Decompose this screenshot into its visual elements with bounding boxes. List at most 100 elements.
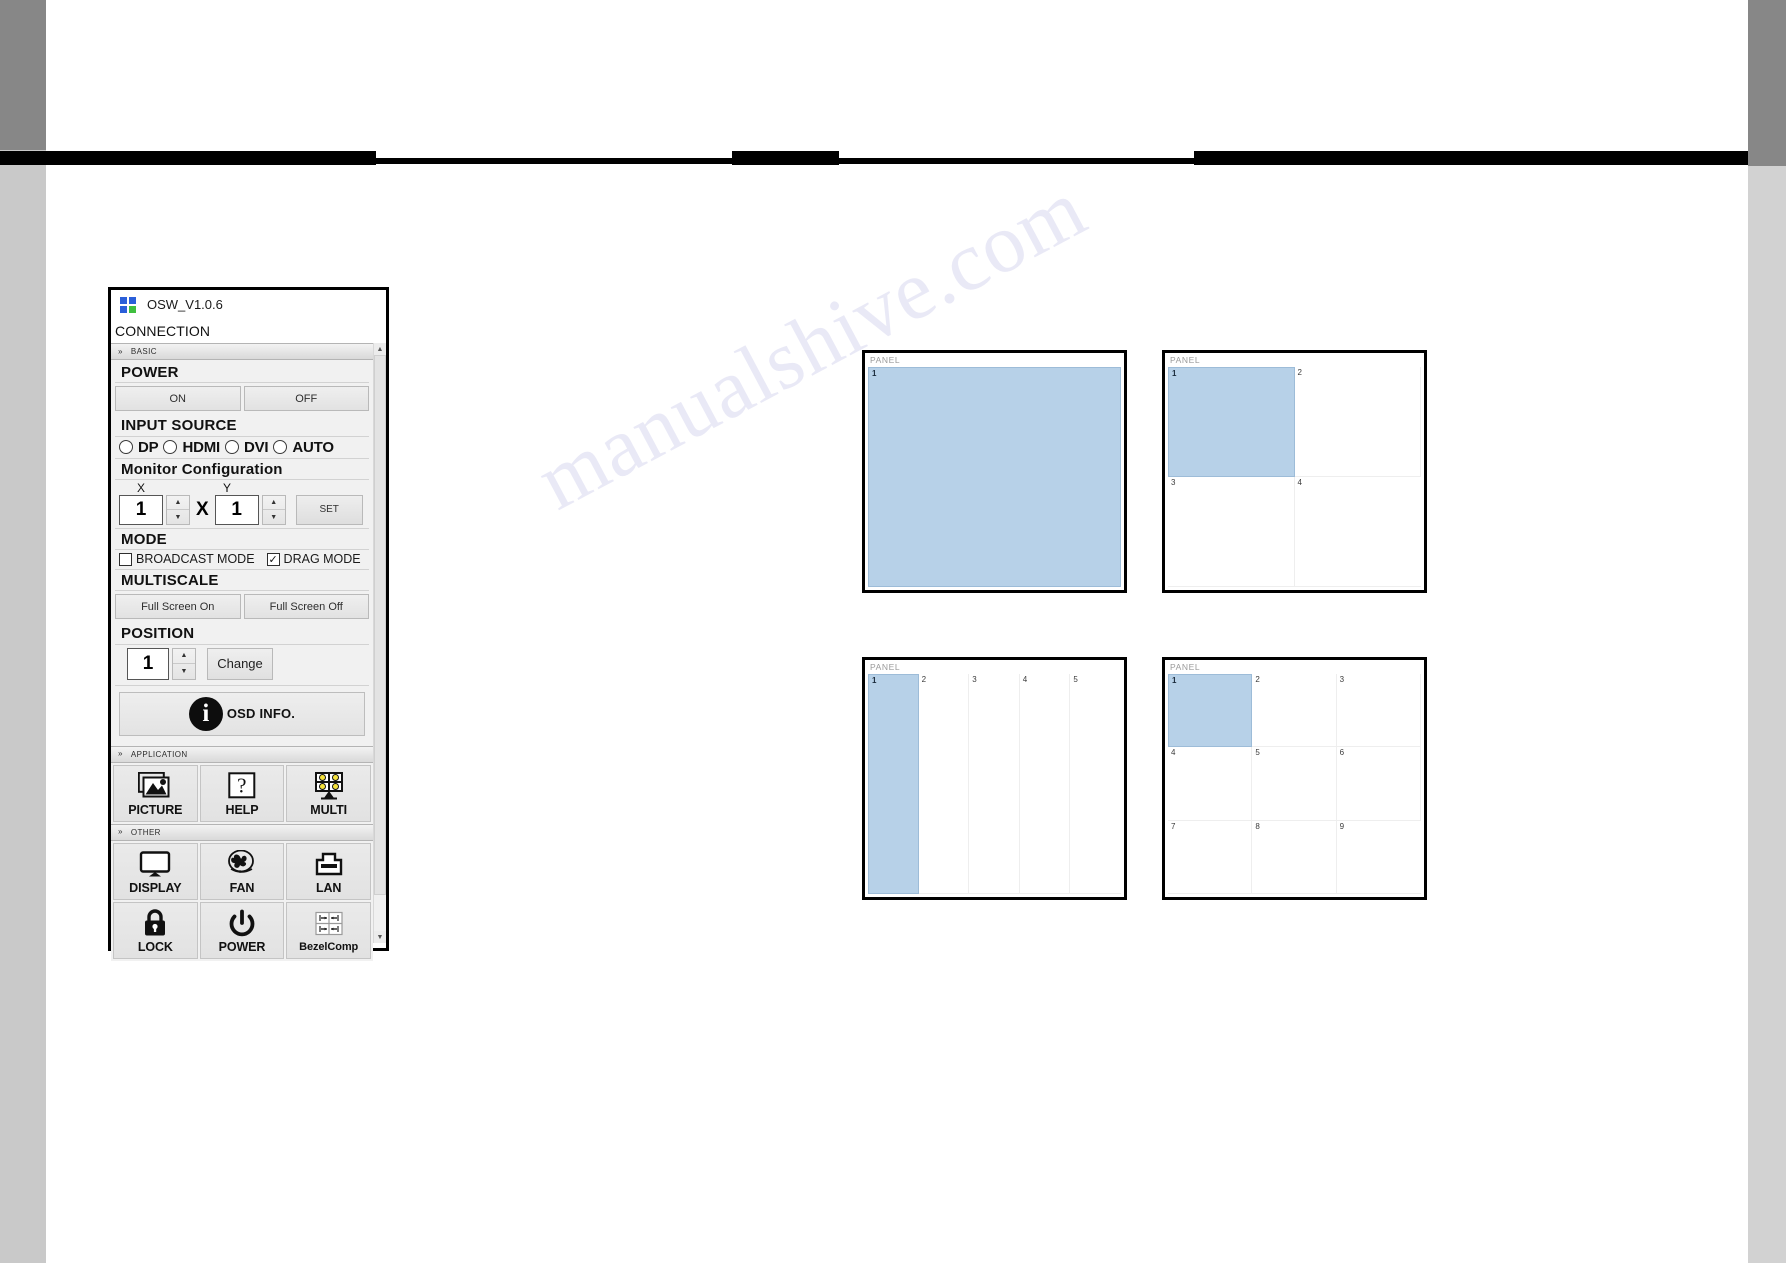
- panel-cell[interactable]: 9: [1336, 821, 1421, 894]
- panel-diagram-1x1[interactable]: PANEL 1: [862, 350, 1127, 593]
- help-button[interactable]: ? HELP: [199, 764, 285, 822]
- display-button[interactable]: DISPLAY: [113, 842, 198, 900]
- position-input[interactable]: 1: [127, 647, 169, 680]
- lock-button[interactable]: LOCK: [113, 901, 198, 959]
- panel-cell-number: 2: [1255, 675, 1260, 684]
- connection-menu-item[interactable]: CONNECTION: [111, 319, 386, 343]
- help-button-label: HELP: [225, 803, 259, 817]
- panel-cell[interactable]: 1: [1168, 367, 1295, 477]
- x-stepper-up-icon[interactable]: ▲: [167, 496, 189, 511]
- position-stepper[interactable]: ▲ ▼: [172, 647, 196, 680]
- multi-screen-icon: [313, 769, 345, 802]
- panel-diagram-5x1[interactable]: PANEL 1 2 3 4 5: [862, 657, 1127, 900]
- panel-cell-number: 3: [1339, 675, 1345, 684]
- panel-cell-number: 1: [872, 369, 877, 378]
- picture-button[interactable]: PICTURE: [113, 764, 198, 822]
- page-edge-right-dark: [1748, 0, 1786, 166]
- monitor-y-stepper[interactable]: ▲ ▼: [261, 494, 286, 525]
- full-screen-off-button[interactable]: Full Screen Off: [243, 594, 369, 620]
- radio-dvi-label[interactable]: DVI: [244, 439, 269, 456]
- panel-cell[interactable]: 4: [1168, 747, 1253, 821]
- panel-cell-number: 4: [1297, 478, 1302, 487]
- page-edge-left-grey: [0, 150, 46, 1263]
- position-stepper-down-icon[interactable]: ▼: [173, 664, 195, 679]
- multiscale-section-title: MULTISCALE: [115, 570, 369, 592]
- monitor-icon: [139, 847, 171, 880]
- full-screen-on-button[interactable]: Full Screen On: [115, 594, 241, 620]
- set-button[interactable]: SET: [295, 494, 363, 525]
- x-stepper-down-icon[interactable]: ▼: [167, 510, 189, 524]
- panel-cell[interactable]: 1: [868, 367, 1121, 587]
- radio-hdmi-label[interactable]: HDMI: [182, 439, 220, 456]
- group-header-other[interactable]: » OTHER: [111, 823, 373, 841]
- input-source-radio-group: DP HDMI DVI AUTO: [115, 437, 369, 459]
- header-rule-segment-3: [732, 151, 839, 165]
- panel-cell[interactable]: 6: [1336, 747, 1421, 821]
- group-header-other-label: OTHER: [130, 827, 161, 837]
- multi-button[interactable]: MULTI: [286, 764, 371, 822]
- panel-cell-number: 1: [1172, 369, 1177, 378]
- panel-cell[interactable]: 8: [1252, 820, 1337, 894]
- scrollbar-thumb[interactable]: [374, 355, 386, 895]
- monitor-y-input[interactable]: 1: [214, 494, 259, 525]
- scroll-up-arrow-icon[interactable]: ▲: [374, 343, 386, 355]
- header-rule-segment-1: [0, 151, 376, 165]
- bezelcomp-button-label: BezelComp: [299, 941, 359, 953]
- panel-cell[interactable]: 2: [1294, 367, 1421, 477]
- position-stepper-up-icon[interactable]: ▲: [173, 649, 195, 664]
- lan-button[interactable]: LAN: [286, 842, 371, 900]
- panel-cell[interactable]: 3: [1336, 674, 1421, 748]
- panel-cell[interactable]: 5: [1252, 747, 1337, 821]
- y-stepper-down-icon[interactable]: ▼: [263, 510, 285, 524]
- radio-auto-label[interactable]: AUTO: [292, 439, 334, 456]
- monitor-x-stepper[interactable]: ▲ ▼: [166, 494, 190, 525]
- panel-cell[interactable]: 5: [1070, 674, 1121, 894]
- panel-cell[interactable]: 4: [1294, 477, 1421, 587]
- monitor-configuration-section-title: Monitor Configuration: [115, 459, 369, 480]
- lan-button-label: LAN: [315, 881, 342, 895]
- panel-cell-number: 3: [1171, 478, 1176, 487]
- panel-diagram-3x3[interactable]: PANEL 1 2 3 4 5 6 7 8 9: [1162, 657, 1427, 900]
- panel-cell[interactable]: 4: [1019, 674, 1071, 894]
- radio-dvi-icon[interactable]: [224, 440, 239, 454]
- power-button-other[interactable]: POWER: [199, 901, 285, 959]
- y-stepper-up-icon[interactable]: ▲: [262, 496, 285, 511]
- radio-dp-label[interactable]: DP: [138, 439, 159, 456]
- lock-button-label: LOCK: [137, 940, 173, 954]
- drag-mode-label[interactable]: DRAG MODE: [284, 552, 361, 566]
- panel-cell-grid: 1 2 3 4 5: [868, 674, 1121, 894]
- power-off-button[interactable]: OFF: [243, 386, 369, 412]
- drag-mode-checkbox[interactable]: ✓: [266, 552, 280, 566]
- four-square-logo-icon: [120, 296, 136, 313]
- basic-group-body: POWER ON OFF INPUT SOURCE DP HDMI DVI AU…: [111, 360, 373, 746]
- change-button[interactable]: Change: [207, 647, 273, 680]
- osw-application-window: OSW_V1.0.6 CONNECTION ▲ ▼ » BASIC POWER …: [108, 287, 389, 961]
- radio-hdmi-icon[interactable]: [163, 440, 178, 454]
- broadcast-mode-checkbox[interactable]: [119, 552, 132, 566]
- monitor-x-input[interactable]: 1: [119, 494, 163, 525]
- broadcast-mode-label[interactable]: BROADCAST MODE: [136, 552, 255, 566]
- group-header-basic[interactable]: » BASIC: [111, 343, 373, 360]
- osd-info-button[interactable]: i OSD INFO.: [119, 691, 365, 736]
- panel-cell[interactable]: 3: [969, 674, 1020, 894]
- monitor-configuration-row: 1 ▲ ▼ X 1 ▲ ▼ SET: [115, 494, 369, 529]
- padlock-icon: [142, 906, 168, 939]
- panel-cell[interactable]: 2: [1252, 674, 1337, 748]
- vertical-scrollbar[interactable]: ▲ ▼: [373, 343, 386, 943]
- radio-dp-icon[interactable]: [119, 440, 133, 454]
- panel-cell[interactable]: 1: [1168, 674, 1253, 748]
- power-on-button[interactable]: ON: [115, 386, 241, 412]
- bezelcomp-button[interactable]: BezelComp: [286, 901, 371, 959]
- panel-cell[interactable]: 3: [1168, 477, 1295, 587]
- panel-cell-number: 5: [1073, 675, 1078, 684]
- panel-cell-number: 8: [1255, 821, 1260, 831]
- fan-button[interactable]: FAN: [199, 842, 285, 900]
- panel-diagram-2x2[interactable]: PANEL 1 2 3 4: [1162, 350, 1427, 593]
- header-rule-segment-4: [839, 158, 1194, 164]
- panel-cell[interactable]: 2: [918, 674, 970, 894]
- radio-auto-icon[interactable]: [273, 440, 288, 454]
- panel-cell[interactable]: 1: [868, 674, 919, 894]
- panel-cell[interactable]: 7: [1168, 820, 1253, 894]
- scroll-down-arrow-icon[interactable]: ▼: [374, 931, 386, 943]
- group-header-application[interactable]: » APPLICATION: [111, 745, 373, 763]
